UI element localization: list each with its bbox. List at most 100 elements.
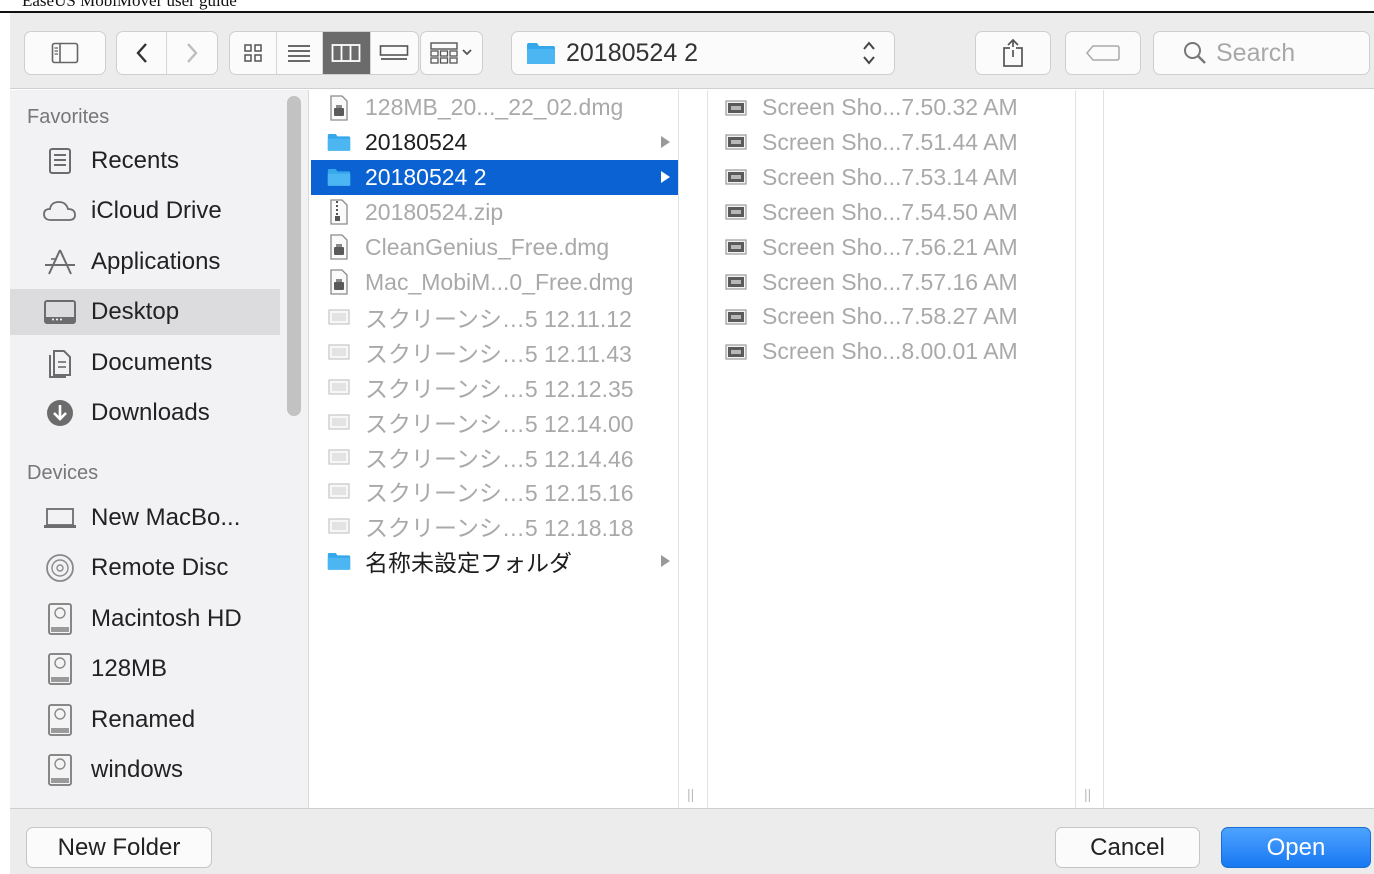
file-row[interactable]: Screen Sho...7.54.50 AM: [708, 195, 1075, 230]
folder-row[interactable]: 名称未設定フォルダ: [311, 544, 678, 579]
new-folder-button[interactable]: New Folder: [26, 827, 212, 868]
file-row[interactable]: スクリーンシ…5 12.11.43: [311, 334, 678, 369]
sidebar-item[interactable]: Remote Disc: [10, 545, 280, 591]
column-resize-handle[interactable]: ||: [1084, 786, 1091, 802]
share-button[interactable]: [975, 31, 1051, 75]
sidebar-item[interactable]: 128MB: [10, 646, 280, 692]
folder-row[interactable]: 20180524 2: [311, 159, 678, 195]
cover-flow-button[interactable]: [371, 32, 418, 74]
list-view-button[interactable]: [277, 32, 324, 74]
file-row[interactable]: Mac_MobiM...0_Free.dmg: [311, 265, 678, 300]
file-row[interactable]: スクリーンシ…5 12.18.18: [311, 509, 678, 544]
image-file-icon: [327, 303, 351, 331]
sidebar-item[interactable]: Macintosh HD: [10, 596, 280, 642]
favorites-heading: Favorites: [27, 106, 110, 128]
sidebar-item[interactable]: windows: [10, 747, 280, 793]
documents-icon: [42, 345, 78, 381]
drive-icon: [48, 754, 72, 786]
folder-icon: [327, 128, 351, 156]
folder-icon: [527, 43, 555, 64]
back-button[interactable]: [117, 32, 167, 74]
disclosure-arrow-icon: [661, 135, 670, 148]
cancel-button[interactable]: Cancel: [1055, 827, 1200, 868]
sidebar-scrollbar[interactable]: [287, 96, 301, 416]
file-name: 20180524: [365, 128, 468, 155]
image-file-icon: [328, 448, 350, 465]
file-name: スクリーンシ…5 12.15.16: [365, 480, 634, 507]
file-row[interactable]: Screen Sho...7.50.32 AM: [708, 90, 1075, 125]
arrange-menu-button[interactable]: [420, 31, 483, 75]
screenshot-file-icon: [724, 233, 748, 261]
sidebar-toggle-button[interactable]: [24, 31, 106, 75]
open-button[interactable]: Open: [1221, 827, 1371, 868]
image-file-icon: [327, 408, 351, 436]
drive-icon: [42, 601, 78, 637]
file-name: スクリーンシ…5 12.12.35: [365, 375, 634, 402]
file-row[interactable]: Screen Sho...7.58.27 AM: [708, 299, 1075, 334]
sidebar-item-label: Macintosh HD: [91, 604, 242, 632]
file-row[interactable]: CleanGenius_Free.dmg: [311, 230, 678, 265]
empty-column: [1103, 90, 1374, 808]
dmg-file-icon: [327, 233, 351, 261]
file-row[interactable]: Screen Sho...7.53.14 AM: [708, 160, 1075, 195]
file-row[interactable]: 128MB_20..._22_02.dmg: [311, 90, 678, 125]
recents-icon: [42, 143, 78, 179]
forward-button[interactable]: [167, 32, 217, 74]
disclosure-arrow-icon: [661, 554, 670, 567]
applications-icon: [42, 244, 78, 280]
file-name: Screen Sho...8.00.01 AM: [762, 338, 1018, 365]
file-row[interactable]: Screen Sho...7.57.16 AM: [708, 265, 1075, 300]
folder-icon: [327, 134, 351, 152]
image-file-icon: [328, 309, 350, 325]
file-row[interactable]: Screen Sho...8.00.01 AM: [708, 334, 1075, 369]
folder-row[interactable]: 20180524: [311, 125, 678, 160]
file-row[interactable]: スクリーンシ…5 12.12.35: [311, 369, 678, 404]
up-down-chevron-icon: [863, 41, 875, 65]
image-file-icon: [328, 379, 350, 395]
column-resize-handle[interactable]: ||: [687, 786, 694, 802]
share-icon: [1003, 38, 1023, 67]
document-header-text: EaseUS MobiMover user guide: [22, 0, 237, 10]
search-field[interactable]: [1153, 31, 1370, 75]
navigation-buttons: [116, 31, 218, 75]
drive-icon: [42, 752, 78, 788]
image-file-icon: [327, 373, 351, 401]
file-row[interactable]: スクリーンシ…5 12.14.00: [311, 404, 678, 439]
list-view-icon: [288, 45, 311, 62]
image-file-icon: [327, 477, 351, 505]
file-name: スクリーンシ…5 12.11.12: [365, 305, 632, 332]
sidebar-item[interactable]: Downloads: [10, 390, 280, 436]
screenshot-file-icon: [725, 99, 747, 116]
screenshot-file-icon: [725, 134, 747, 150]
sidebar-item[interactable]: Applications: [10, 239, 280, 285]
image-file-icon: [328, 413, 350, 430]
icon-view-button[interactable]: [230, 32, 277, 74]
image-file-icon: [327, 443, 351, 471]
screenshot-file-icon: [725, 169, 747, 185]
sidebar-item[interactable]: iCloud Drive: [10, 188, 280, 234]
disclosure-arrow-icon: [661, 170, 670, 183]
search-input[interactable]: [1216, 38, 1356, 68]
dialog-footer: New Folder Cancel Open: [10, 808, 1374, 874]
file-row[interactable]: Screen Sho...7.51.44 AM: [708, 125, 1075, 160]
file-name: Screen Sho...7.50.32 AM: [762, 94, 1018, 120]
cover-flow-icon: [379, 45, 409, 60]
sidebar-item[interactable]: New MacBo...: [10, 495, 280, 541]
sidebar-item[interactable]: Desktop: [10, 289, 280, 336]
file-name: Screen Sho...7.54.50 AM: [762, 198, 1018, 225]
file-row[interactable]: スクリーンシ…5 12.15.16: [311, 474, 678, 509]
path-popup[interactable]: 20180524 2: [511, 31, 895, 75]
screenshot-file-icon: [724, 163, 748, 191]
sidebar-item[interactable]: Renamed: [10, 697, 280, 743]
sidebar-item[interactable]: Documents: [10, 340, 280, 386]
file-row[interactable]: Screen Sho...7.56.21 AM: [708, 230, 1075, 265]
sidebar-item-label: Renamed: [91, 705, 196, 733]
tags-button[interactable]: [1065, 31, 1141, 75]
sidebar-item-label: Applications: [91, 247, 221, 275]
file-row[interactable]: スクリーンシ…5 12.11.12: [311, 299, 678, 334]
file-row[interactable]: スクリーンシ…5 12.14.46: [311, 439, 678, 474]
column-view-button[interactable]: [323, 32, 371, 74]
sidebar-item[interactable]: Recents: [10, 138, 280, 184]
laptop-icon: [42, 500, 78, 536]
file-row[interactable]: 20180524.zip: [311, 195, 678, 230]
